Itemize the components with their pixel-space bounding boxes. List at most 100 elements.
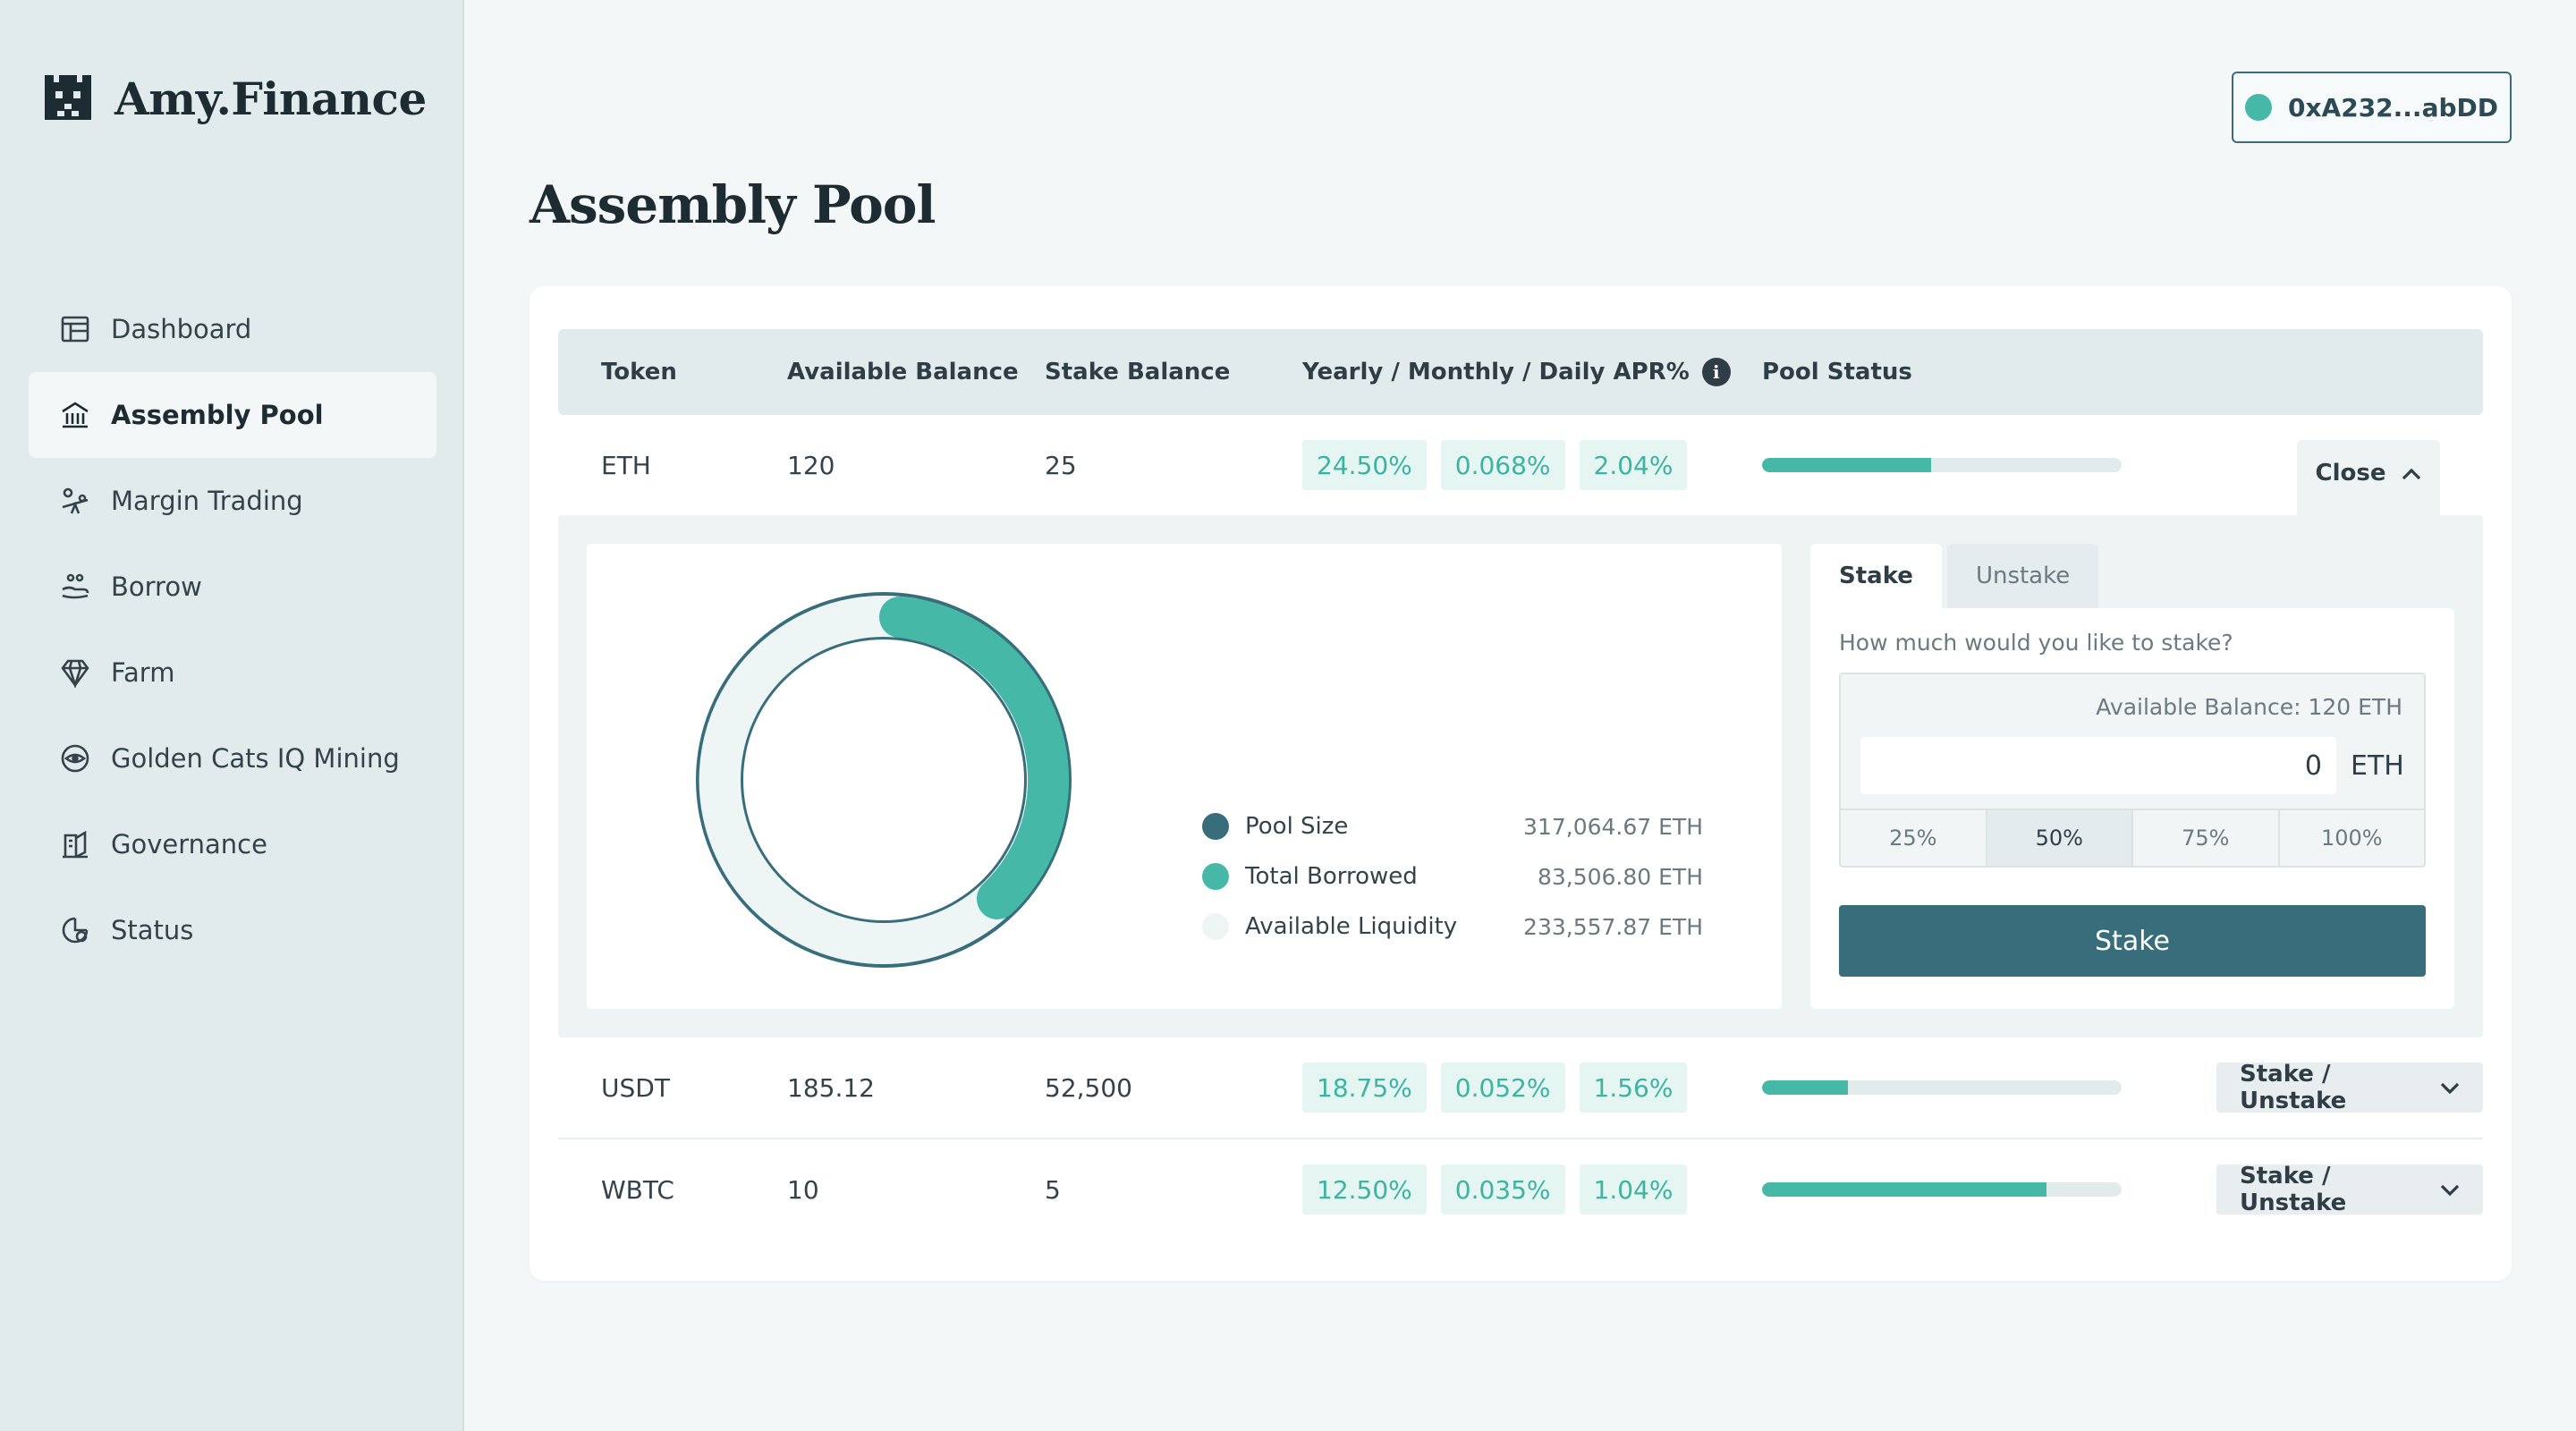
- token-name: ETH: [601, 450, 651, 480]
- stake-panel: Stake Unstake How much would you like to…: [1810, 544, 2454, 1009]
- wallet-address-button[interactable]: 0xA232...abDD: [2232, 72, 2512, 143]
- pool-status-bar: [1762, 458, 2122, 472]
- stake-balance: 52,500: [1045, 1072, 1132, 1103]
- pool-chart-panel: Pool Size 317,064.67 ETH Total Borrowed …: [587, 544, 1782, 1009]
- tab-stake[interactable]: Stake: [1810, 544, 1942, 608]
- apr-group: 12.50% 0.035% 1.04%: [1302, 1139, 1688, 1240]
- pool-status: [1762, 1139, 2122, 1240]
- page-title: Assembly Pool: [530, 174, 936, 235]
- pool-status-fill: [1762, 1080, 1849, 1095]
- sidebar-item-golden-cats-iq-mining[interactable]: Golden Cats IQ Mining: [29, 716, 436, 801]
- sidebar-item-label: Status: [111, 915, 194, 945]
- pool-status-bar: [1762, 1080, 2122, 1095]
- stake-unstake-cell: Stake / Unstake: [2216, 1139, 2483, 1240]
- column-header-pool-status: Pool Status: [1762, 359, 1912, 385]
- legend-dot-total-borrowed: [1202, 863, 1229, 890]
- legend-label: Available Liquidity: [1245, 913, 1458, 940]
- apr-daily: 1.04%: [1579, 1164, 1688, 1215]
- table-row[interactable]: USDT 185.12 52,500 18.75% 0.052% 1.56% S…: [558, 1037, 2483, 1138]
- apr-yearly: 18.75%: [1302, 1063, 1427, 1113]
- stake-tabs: Stake Unstake: [1810, 544, 2099, 608]
- percent-50-button[interactable]: 50%: [1987, 810, 2133, 866]
- sidebar-item-label: Farm: [111, 657, 175, 688]
- hand-coin-icon: [59, 571, 91, 603]
- amount-unit: ETH: [2351, 749, 2404, 782]
- percent-100-button[interactable]: 100%: [2280, 810, 2425, 866]
- pool-donut-chart: [696, 592, 1072, 968]
- dashboard-icon: [59, 313, 91, 345]
- sidebar-nav: Dashboard Assembly Pool Margin Trading B…: [29, 286, 436, 973]
- sidebar-item-label: Golden Cats IQ Mining: [111, 743, 400, 774]
- column-header-apr: Yearly / Monthly / Daily APR% i: [1302, 329, 1731, 415]
- legend-value: 233,557.87 ETH: [1523, 913, 1703, 940]
- legend-label: Pool Size: [1245, 813, 1349, 840]
- column-header-token: Token: [601, 359, 677, 385]
- sidebar-item-dashboard[interactable]: Dashboard: [29, 286, 436, 372]
- stake-balance: 25: [1045, 450, 1077, 480]
- token-name: WBTC: [601, 1174, 674, 1205]
- seesaw-icon: [59, 485, 91, 517]
- legend-item-available-liquidity: Available Liquidity 233,557.87 ETH: [1202, 902, 1703, 952]
- apr-yearly: 12.50%: [1302, 1164, 1427, 1215]
- sidebar-item-farm[interactable]: Farm: [29, 630, 436, 716]
- stake-balance: 5: [1045, 1174, 1061, 1205]
- stake-unstake-label: Stake / Unstake: [2240, 1061, 2347, 1114]
- table-row[interactable]: WBTC 10 5 12.50% 0.035% 1.04% Stake / Un…: [558, 1139, 2483, 1240]
- stake-amount-input[interactable]: [1860, 737, 2336, 794]
- stake-unstake-button[interactable]: Stake / Unstake: [2216, 1163, 2483, 1216]
- close-button-label: Close: [2315, 460, 2386, 487]
- chevron-down-icon: [2440, 1176, 2460, 1203]
- legend-dot-available-liquidity: [1202, 913, 1229, 940]
- pool-status-fill: [1762, 1182, 2046, 1197]
- legend-value: 317,064.67 ETH: [1523, 813, 1703, 840]
- apr-daily: 1.56%: [1579, 1063, 1688, 1113]
- pool-status: [1762, 415, 2122, 515]
- column-header-apr-label: Yearly / Monthly / Daily APR%: [1302, 359, 1690, 385]
- sidebar-item-governance[interactable]: Governance: [29, 801, 436, 887]
- chevron-down-icon: [2440, 1074, 2460, 1101]
- wallet-address: 0xA232...abDD: [2288, 92, 2498, 123]
- chevron-up-icon: [2402, 460, 2421, 487]
- sidebar-item-borrow[interactable]: Borrow: [29, 544, 436, 630]
- pool-table-card: Token Available Balance Stake Balance Ye…: [530, 286, 2512, 1281]
- sidebar-item-label: Borrow: [111, 572, 202, 602]
- stake-question: How much would you like to stake?: [1839, 630, 2233, 656]
- stake-form: How much would you like to stake? Availa…: [1810, 608, 2454, 1009]
- cat-logo-icon: [41, 70, 95, 127]
- apr-group: 18.75% 0.052% 1.56%: [1302, 1037, 1688, 1138]
- available-balance-label: Available Balance: 120 ETH: [2096, 694, 2402, 720]
- sidebar-item-status[interactable]: Status: [29, 887, 436, 973]
- table-row[interactable]: ETH 120 25 24.50% 0.068% 2.04%: [558, 415, 2483, 515]
- legend-item-pool-size: Pool Size 317,064.67 ETH: [1202, 801, 1703, 851]
- apr-yearly: 24.50%: [1302, 440, 1427, 490]
- pie-status-icon: [59, 914, 91, 946]
- legend-dot-pool-size: [1202, 813, 1229, 840]
- pool-status: [1762, 1037, 2122, 1138]
- sidebar-item-margin-trading[interactable]: Margin Trading: [29, 458, 436, 544]
- pool-status-bar: [1762, 1182, 2122, 1197]
- apr-monthly: 0.068%: [1440, 440, 1565, 490]
- stake-unstake-label: Stake / Unstake: [2240, 1163, 2347, 1216]
- pool-legend: Pool Size 317,064.67 ETH Total Borrowed …: [1202, 801, 1703, 952]
- percent-25-button[interactable]: 25%: [1841, 810, 1987, 866]
- info-icon[interactable]: i: [1701, 358, 1731, 386]
- sidebar-item-assembly-pool[interactable]: Assembly Pool: [29, 372, 436, 458]
- stake-unstake-cell: Stake / Unstake: [2216, 1037, 2483, 1138]
- sidebar-item-label: Dashboard: [111, 314, 252, 344]
- percent-selector: 25% 50% 75% 100%: [1841, 809, 2424, 866]
- sidebar-item-label: Governance: [111, 829, 267, 859]
- eye-coin-icon: [59, 742, 91, 775]
- logo-text: Amy.Finance: [114, 72, 427, 125]
- logo[interactable]: Amy.Finance: [41, 70, 427, 127]
- percent-75-button[interactable]: 75%: [2133, 810, 2280, 866]
- legend-label: Total Borrowed: [1245, 863, 1418, 890]
- available-balance: 120: [787, 450, 835, 480]
- stake-unstake-button[interactable]: Stake / Unstake: [2216, 1061, 2483, 1114]
- column-header-available-balance: Available Balance: [787, 359, 1019, 385]
- column-header-stake-balance: Stake Balance: [1045, 359, 1231, 385]
- sidebar-item-label: Margin Trading: [111, 486, 303, 516]
- table-header: Token Available Balance Stake Balance Ye…: [558, 329, 2483, 415]
- bank-icon: [59, 399, 91, 431]
- stake-submit-button[interactable]: Stake: [1839, 905, 2426, 977]
- tab-unstake[interactable]: Unstake: [1946, 544, 2099, 608]
